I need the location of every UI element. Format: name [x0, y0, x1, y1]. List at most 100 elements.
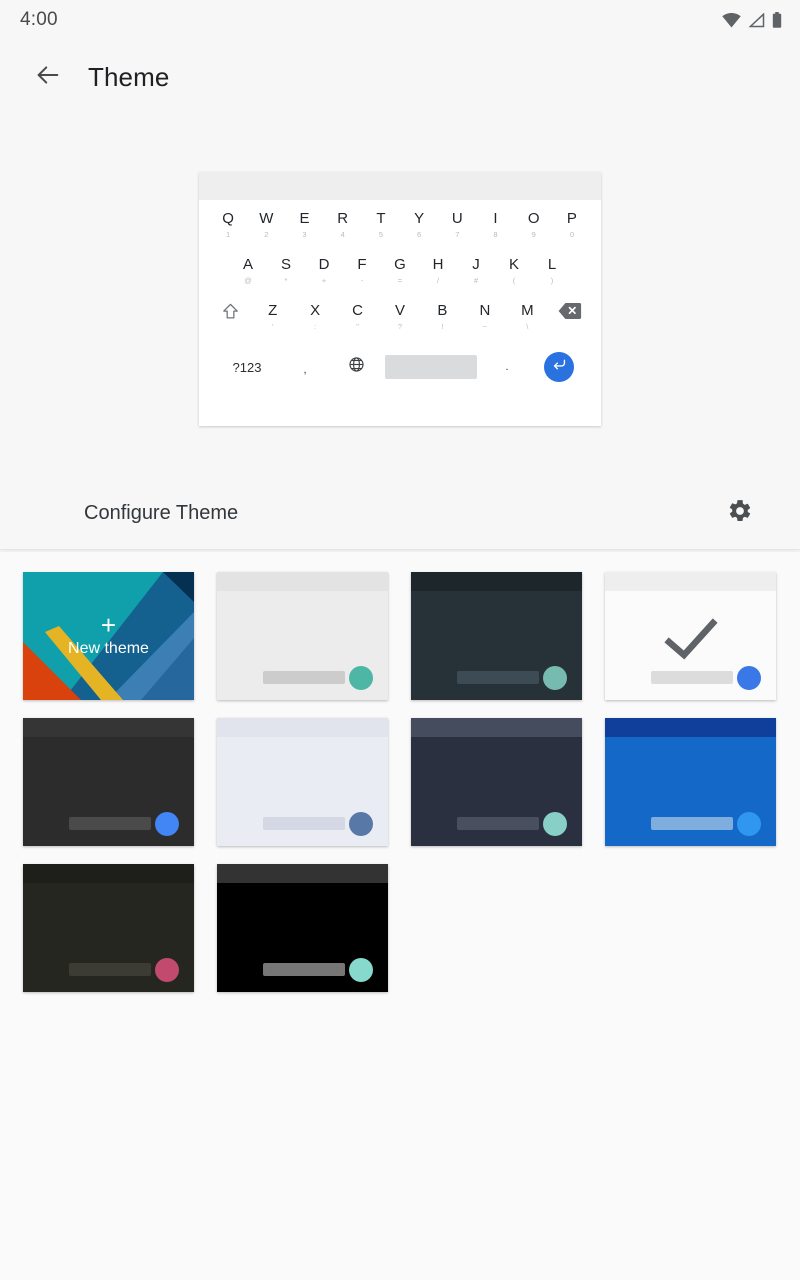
- key-n[interactable]: N ~: [464, 298, 506, 332]
- key-label: F: [357, 256, 367, 273]
- theme-tile-accent-dot: [737, 666, 761, 690]
- keyboard-preview: Q1 W2 E3 R4 T5 Y6 U7 I8 O9 P0 A @ S * D + F…: [199, 172, 601, 426]
- configure-theme-label: Configure Theme: [84, 502, 239, 524]
- key-label: R: [337, 210, 349, 227]
- theme-tile-theme-black[interactable]: [217, 864, 388, 992]
- keyboard-row-4: ?123 , .: [209, 344, 591, 390]
- key-label: Z: [268, 302, 278, 319]
- theme-tile-topbar: [217, 718, 388, 737]
- key-z[interactable]: Z ': [251, 298, 293, 332]
- key-q[interactable]: Q1: [209, 206, 247, 240]
- theme-tile-theme-blue[interactable]: [605, 718, 776, 846]
- key-o[interactable]: O9: [515, 206, 553, 240]
- key-e[interactable]: E3: [285, 206, 323, 240]
- key-m[interactable]: M \: [506, 298, 548, 332]
- backspace-key[interactable]: [549, 298, 591, 320]
- key-label: H: [432, 256, 444, 273]
- key-a[interactable]: A @: [229, 252, 267, 286]
- theme-tile-accent-dot: [349, 812, 373, 836]
- key-s[interactable]: S *: [267, 252, 305, 286]
- page-title: Theme: [88, 61, 170, 92]
- key-label: J: [472, 256, 480, 273]
- shift-icon: [221, 302, 240, 321]
- configure-theme-settings-button[interactable]: [718, 492, 762, 536]
- key-i[interactable]: I8: [476, 206, 514, 240]
- theme-tile-topbar: [605, 718, 776, 737]
- key-sublabel: (: [512, 276, 516, 285]
- backspace-icon: [558, 302, 582, 320]
- enter-key-circle: [544, 352, 574, 382]
- keyboard-row-2: A @ S * D + F- G = H / J # K( L): [209, 252, 591, 298]
- key-w[interactable]: W2: [247, 206, 285, 240]
- space-key[interactable]: [385, 355, 477, 379]
- period-key[interactable]: .: [481, 361, 533, 373]
- key-sublabel: =: [397, 276, 403, 285]
- key-l[interactable]: L): [533, 252, 571, 286]
- key-label: L: [547, 256, 557, 273]
- theme-tile-theme-dark-olive[interactable]: [23, 864, 194, 992]
- theme-tile-theme-dark-slate[interactable]: [411, 572, 582, 700]
- key-p[interactable]: P0: [553, 206, 591, 240]
- key-k[interactable]: K(: [495, 252, 533, 286]
- theme-tile-theme-material-light-selected[interactable]: [605, 572, 776, 700]
- theme-tile-topbar: [217, 572, 388, 591]
- globe-icon: [348, 356, 365, 378]
- key-sublabel: ": [356, 322, 359, 331]
- configure-theme-row[interactable]: Configure Theme: [0, 478, 800, 550]
- key-sublabel: 9: [531, 230, 536, 239]
- key-sublabel: ?: [397, 322, 403, 331]
- key-sublabel: +: [321, 276, 327, 285]
- key-label: M: [521, 302, 534, 319]
- theme-tile-theme-light-gray[interactable]: [217, 572, 388, 700]
- key-r[interactable]: R4: [324, 206, 362, 240]
- key-v[interactable]: V?: [379, 298, 421, 332]
- theme-tile-space-bar: [457, 671, 539, 684]
- theme-tile-topbar: [217, 864, 388, 883]
- shift-key[interactable]: [209, 298, 251, 321]
- key-c[interactable]: C ": [336, 298, 378, 332]
- key-t[interactable]: T5: [362, 206, 400, 240]
- language-switch-key[interactable]: [331, 356, 381, 378]
- key-d[interactable]: D +: [305, 252, 343, 286]
- key-label: T: [376, 210, 386, 227]
- theme-tile-theme-light-lavender[interactable]: [217, 718, 388, 846]
- key-b[interactable]: B!: [421, 298, 463, 332]
- key-x[interactable]: X:: [294, 298, 336, 332]
- app-bar: Theme: [0, 48, 800, 106]
- theme-tile-theme-dark-indigo[interactable]: [411, 718, 582, 846]
- key-sublabel: @: [244, 276, 252, 285]
- key-u[interactable]: U7: [438, 206, 476, 240]
- theme-tile-topbar: [23, 864, 194, 883]
- key-label: P: [566, 210, 577, 227]
- key-sublabel: !: [441, 322, 444, 331]
- key-sublabel: 8: [493, 230, 498, 239]
- key-label: U: [451, 210, 463, 227]
- key-f[interactable]: F-: [343, 252, 381, 286]
- key-label: V: [394, 302, 405, 319]
- theme-settings-screen: 4:00 Theme Q 1 W 2 E 3 R 4 T 5 Y 6 U 7 I…: [0, 0, 800, 1280]
- theme-tile-topbar: [411, 572, 582, 591]
- key-sublabel: :: [314, 322, 317, 331]
- key-label: B: [437, 302, 448, 319]
- key-label: S: [280, 256, 291, 273]
- key-label: C: [352, 302, 363, 319]
- key-y[interactable]: Y6: [400, 206, 438, 240]
- back-button[interactable]: [20, 49, 76, 105]
- key-sublabel: #: [473, 276, 479, 285]
- symbols-key[interactable]: ?123: [215, 360, 279, 375]
- theme-tile-accent-dot: [155, 812, 179, 836]
- key-label: D: [318, 256, 330, 273]
- enter-key[interactable]: [533, 352, 585, 382]
- key-j[interactable]: J #: [457, 252, 495, 286]
- theme-tile-space-bar: [69, 817, 151, 830]
- theme-tile-accent-dot: [155, 958, 179, 982]
- theme-tile-new-theme[interactable]: + New theme: [23, 572, 194, 700]
- comma-key[interactable]: ,: [279, 359, 331, 376]
- key-label: O: [527, 210, 540, 227]
- theme-tile-accent-dot: [543, 666, 567, 690]
- theme-tile-theme-dark-gray[interactable]: [23, 718, 194, 846]
- key-h[interactable]: H /: [419, 252, 457, 286]
- key-label: Q: [222, 210, 234, 227]
- key-g[interactable]: G =: [381, 252, 419, 286]
- key-sublabel: ': [271, 322, 274, 331]
